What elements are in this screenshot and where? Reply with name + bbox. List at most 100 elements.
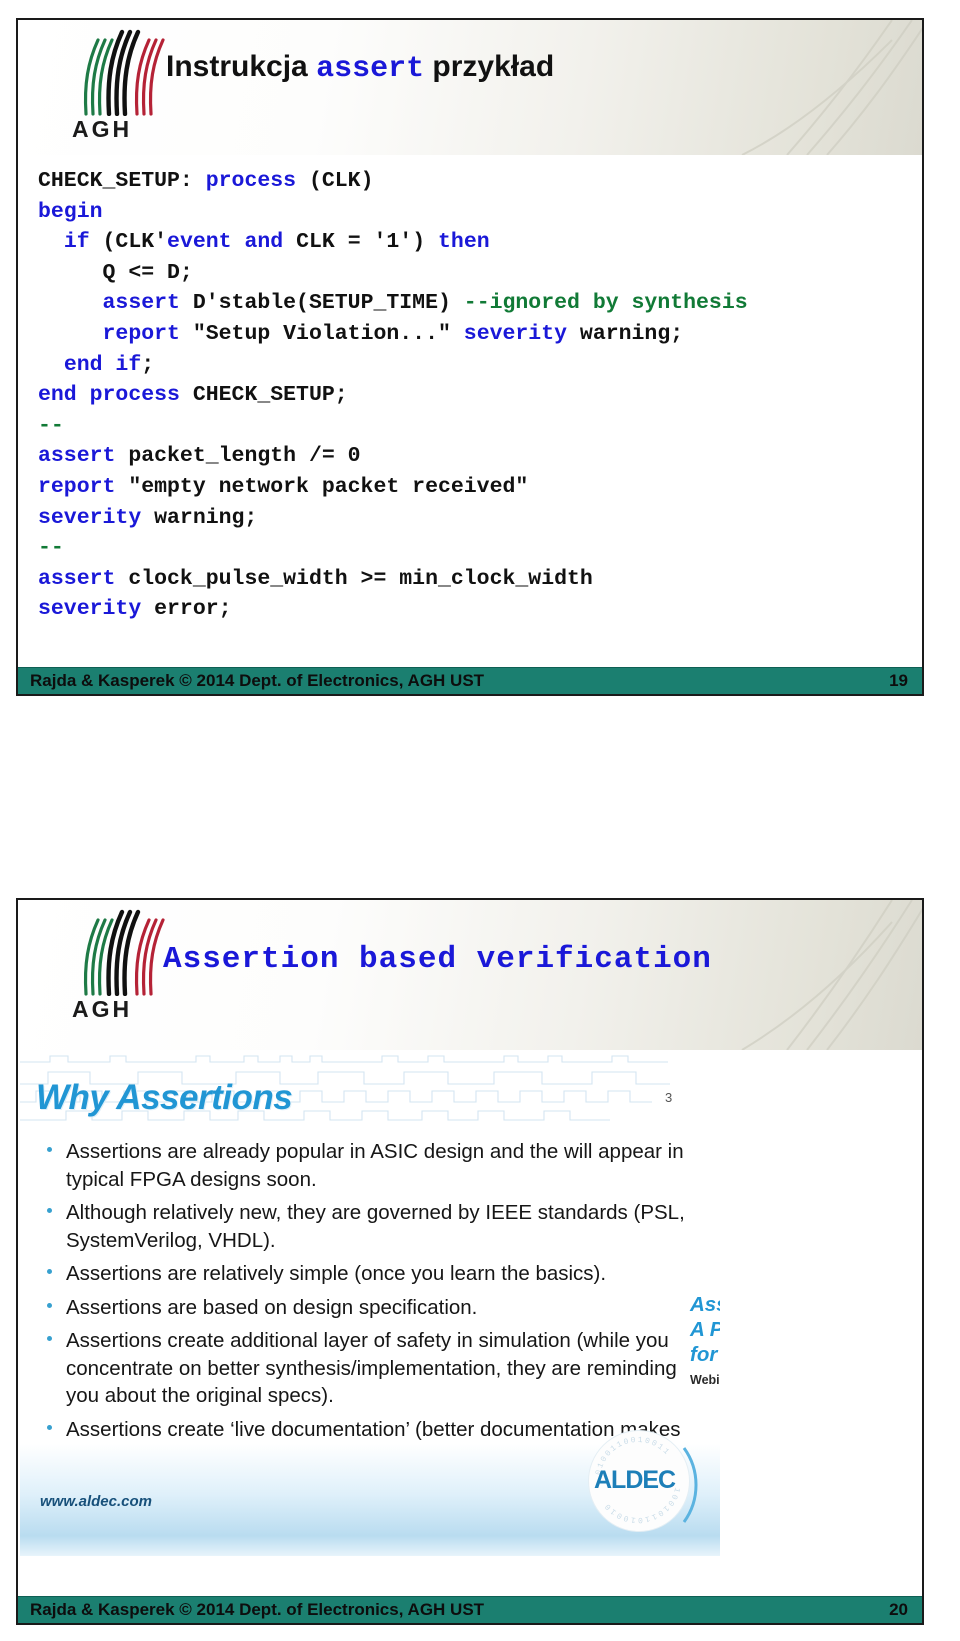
code-token: --ignored by synthesis <box>463 291 748 316</box>
aldec-logo-swash <box>682 1447 698 1523</box>
bullet-text: Assertions create additional layer of sa… <box>66 1329 677 1407</box>
bullet-item: Assertions are based on design specifica… <box>30 1294 690 1322</box>
agh-logo-mark <box>62 28 178 116</box>
bullet-dot-icon <box>47 1269 52 1274</box>
code-token: assert <box>38 444 116 469</box>
bullet-item: Assertions are relatively simple (once y… <box>30 1260 690 1288</box>
code-token: and <box>244 230 284 255</box>
code-token: (CLK) <box>296 169 374 193</box>
agh-logo-text: AGH <box>72 996 133 1022</box>
bullet-dot-icon <box>47 1147 52 1152</box>
aldec-url: www.aldec.com <box>40 1493 152 1510</box>
agh-logo-mark <box>62 908 178 996</box>
slide-20-footer: Rajda & Kasperek © 2014 Dept. of Electro… <box>18 1596 922 1623</box>
code-token: begin <box>38 199 103 224</box>
code-token: Q <= D; <box>38 260 193 285</box>
bullet-text: Assertions are already popular in ASIC d… <box>66 1140 684 1191</box>
code-token: severity <box>38 597 142 622</box>
code-token: error; <box>141 597 232 622</box>
why-assertions-bullet-list: Assertions are already popular in ASIC d… <box>30 1138 690 1477</box>
agh-logo-text: AGH <box>72 116 133 142</box>
bullet-item: Assertions are already popular in ASIC d… <box>30 1138 690 1193</box>
code-token: end process <box>38 383 180 408</box>
webinar-title-line-1: Assertions – <box>690 1293 720 1316</box>
slide-20-title: Assertion based verification <box>163 942 712 977</box>
code-token: report <box>102 321 180 346</box>
code-token: warning; <box>141 505 258 530</box>
code-token: clock_pulse_width >= min_clock_width <box>115 566 593 591</box>
code-token: warning; <box>567 321 684 346</box>
agh-logo: AGH <box>62 908 178 1028</box>
code-token: (CLK' <box>89 230 168 255</box>
embedded-slide-title: Why Assertions <box>36 1078 293 1117</box>
slide-20: AGH Assertion based verification 3 Why A… <box>16 898 924 1625</box>
code-token: CHECK_SETUP; <box>179 383 348 408</box>
slide-19-footer: Rajda & Kasperek © 2014 Dept. of Electro… <box>18 667 922 694</box>
webinar-title-line-3: for HDL Designers <box>690 1343 720 1366</box>
code-token: packet_length /= 0 <box>115 444 361 469</box>
bullet-text: Although relatively new, they are govern… <box>66 1201 685 1252</box>
code-line: assert packet_length /= 0 <box>38 441 912 472</box>
bullet-item: Although relatively new, they are govern… <box>30 1199 690 1254</box>
code-token: end if <box>63 352 142 377</box>
code-line: -- <box>38 533 912 564</box>
code-token: ; <box>141 352 155 377</box>
agh-logo: AGH <box>62 28 178 148</box>
code-token: severity <box>463 321 568 346</box>
embedded-slide-number: 3 <box>665 1090 673 1105</box>
bullet-text: Assertions are relatively simple (once y… <box>66 1262 607 1285</box>
code-token: -- <box>38 413 64 438</box>
vhdl-code-block: CHECK_SETUP: process (CLK) begin if (CLK'… <box>38 166 912 625</box>
title-suffix: przykład <box>424 50 555 83</box>
code-line: report "empty network packet received" <box>38 472 912 503</box>
title-prefix: Instrukcja <box>166 50 317 83</box>
header-swoosh-decoration <box>741 20 922 155</box>
code-line: begin <box>38 197 912 228</box>
bullet-dot-icon <box>47 1208 52 1213</box>
code-line: severity error; <box>38 594 912 625</box>
slide-number: 19 <box>889 671 908 690</box>
slide-19-title: Instrukcja assert przykład <box>166 50 554 86</box>
code-token: assert <box>102 291 180 316</box>
webinar-label: Webinar <box>690 1373 720 1387</box>
code-token: if <box>63 230 90 255</box>
code-token: "empty network packet received" <box>115 474 529 499</box>
handout-page: AGH Instrukcja assert przykład CHECK_SET… <box>0 0 960 1641</box>
code-line: severity warning; <box>38 503 912 534</box>
code-token: assert <box>38 566 116 591</box>
bullet-dot-icon <box>47 1336 52 1341</box>
code-line: report "Setup Violation..." severity war… <box>38 319 912 350</box>
title-keyword: assert <box>316 52 425 86</box>
footer-credit: Rajda & Kasperek © 2014 Dept. of Electro… <box>30 671 485 690</box>
code-token: report <box>38 474 116 499</box>
code-line: Q <= D; <box>38 258 912 289</box>
code-token: -- <box>38 536 64 561</box>
code-line: end process CHECK_SETUP; <box>38 380 912 411</box>
slide-19-header: AGH Instrukcja assert przykład <box>18 20 922 155</box>
bullet-item: Assertions create additional layer of sa… <box>30 1327 690 1410</box>
code-line: CHECK_SETUP: process (CLK) <box>38 166 912 197</box>
code-line: assert D'stable(SETUP_TIME) --ignored by… <box>38 288 912 319</box>
code-token: event <box>167 230 232 255</box>
webinar-title-line-2: A Practical Introduction <box>690 1318 720 1341</box>
code-line: if (CLK'event and CLK = '1') then <box>38 227 912 258</box>
code-token: process <box>205 169 297 193</box>
code-token: CLK = '1') <box>283 230 439 255</box>
code-token: then <box>438 230 490 255</box>
slide-19: AGH Instrukcja assert przykład CHECK_SET… <box>16 18 924 696</box>
code-line: assert clock_pulse_width >= min_clock_wi… <box>38 564 912 595</box>
code-line: -- <box>38 411 912 442</box>
code-token: severity <box>38 505 142 530</box>
slide-number: 20 <box>889 1600 908 1619</box>
aldec-logo: 0100110010011 1001011010010 ALDEC <box>588 1430 700 1542</box>
bullet-dot-icon <box>47 1424 52 1430</box>
footer-credit: Rajda & Kasperek © 2014 Dept. of Electro… <box>30 1600 485 1619</box>
code-token: D'stable(SETUP_TIME) <box>179 291 464 316</box>
code-token: CHECK_SETUP: <box>38 169 206 193</box>
code-token: "Setup Violation..." <box>179 321 464 346</box>
